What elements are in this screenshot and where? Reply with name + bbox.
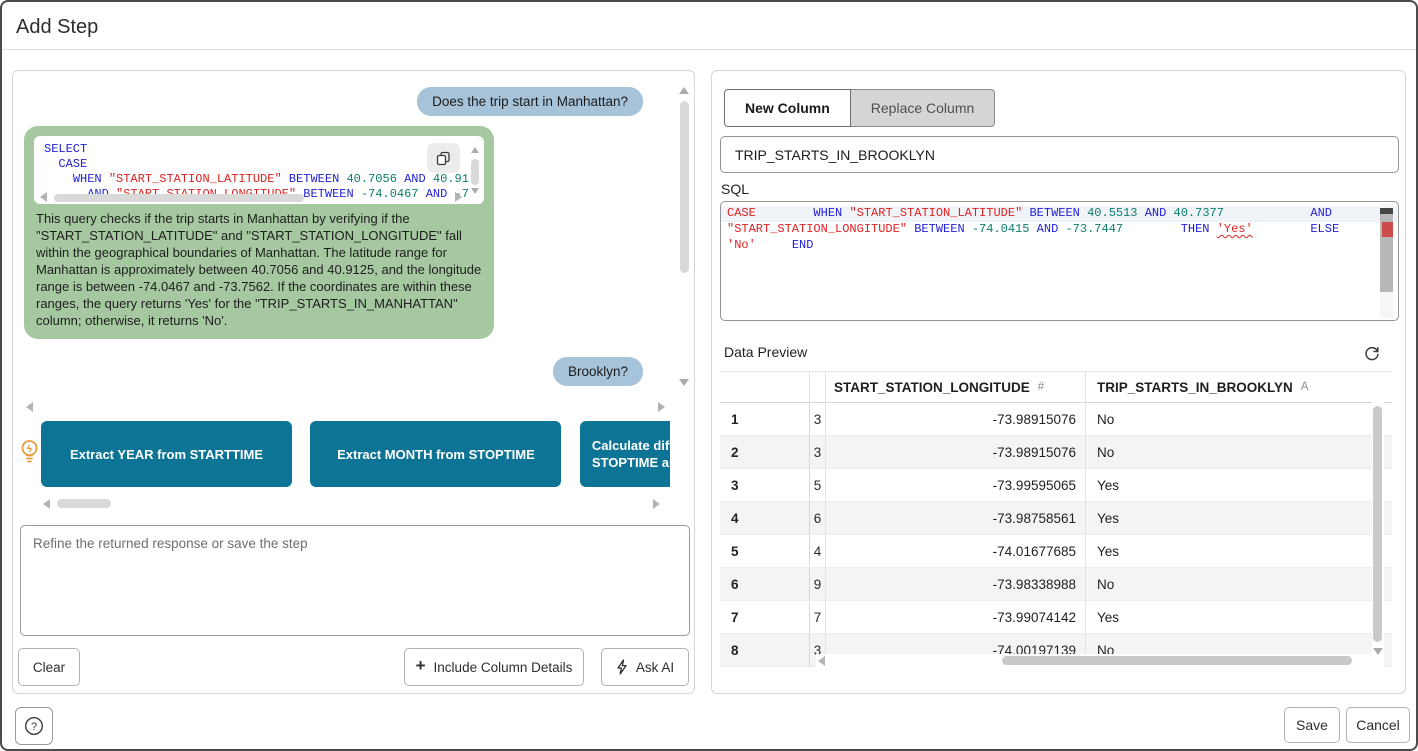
copy-code-button[interactable] [427, 143, 460, 173]
table-header-row: START_STATION_LONGITUDE # TRIP_STARTS_IN… [720, 371, 1392, 403]
code-hscroll-thumb[interactable] [54, 194, 304, 202]
cancel-button[interactable]: Cancel [1346, 707, 1410, 743]
header-rownum [720, 372, 810, 402]
lightbulb-icon [20, 439, 39, 467]
sql-snippet-box: SELECT CASE WHEN "START_STATION_LATITUDE… [34, 136, 484, 204]
header-divider [2, 49, 1416, 50]
include-column-details-button[interactable]: + Include Column Details [404, 648, 584, 686]
table-hscroll-thumb[interactable] [1002, 656, 1352, 665]
editor-scrollbar[interactable] [1380, 204, 1393, 318]
code-vscroll-thumb[interactable] [471, 159, 479, 185]
add-step-dialog: Add Step Does the trip start in Manhatta… [0, 0, 1418, 751]
suggestions-carousel: Extract YEAR from STARTTIME Extract MONT… [41, 421, 670, 487]
suggestion-extract-year-button[interactable]: Extract YEAR from STARTTIME [41, 421, 292, 487]
chat-messages: Does the trip start in Manhattan? SELECT… [13, 71, 673, 393]
refresh-icon [1363, 345, 1387, 363]
chat-scroll-down-arrow[interactable] [679, 379, 689, 386]
table-vscrollbar[interactable] [1372, 372, 1384, 668]
user-message-brooklyn: Brooklyn? [553, 357, 643, 386]
number-type-icon: # [1038, 381, 1044, 393]
chat-panel: Does the trip start in Manhattan? SELECT… [12, 70, 695, 694]
column-mode-tabs: New Column Replace Column [724, 89, 995, 127]
chat-vscroll-thumb[interactable] [680, 101, 689, 273]
chat-scroll-left-arrow[interactable] [26, 402, 33, 412]
header-start-station-longitude[interactable]: START_STATION_LONGITUDE # [826, 372, 1086, 402]
chat-scroll-up-arrow[interactable] [679, 87, 689, 94]
code-scroll-left-arrow[interactable] [40, 192, 47, 202]
copy-icon [436, 151, 451, 166]
tab-new-column[interactable]: New Column [724, 89, 851, 127]
table-row: 35-73.99595065Yes [720, 469, 1392, 502]
ai-response-bubble: SELECT CASE WHEN "START_STATION_LATITUDE… [24, 126, 494, 339]
code-scroll-right-arrow[interactable] [455, 192, 462, 202]
table-row: 46-73.98758561Yes [720, 502, 1392, 535]
data-preview-label: Data Preview [724, 344, 807, 360]
tab-replace-column[interactable]: Replace Column [851, 89, 996, 127]
column-panel: New Column Replace Column SQL CASE WHEN … [711, 70, 1406, 694]
plus-icon: + [416, 656, 426, 676]
header-trip-starts-in-brooklyn[interactable]: TRIP_STARTS_IN_BROOKLYN A [1086, 372, 1380, 402]
suggestions-hscroll-thumb[interactable] [57, 499, 111, 508]
table-scroll-left-arrow[interactable] [818, 656, 825, 666]
refresh-button[interactable] [1363, 343, 1387, 365]
table-row: 54-74.01677685Yes [720, 535, 1392, 568]
help-icon: ? [24, 716, 44, 736]
suggestions-scroll-left-arrow[interactable] [43, 499, 50, 509]
suggestion-extract-month-button[interactable]: Extract MONTH from STOPTIME [310, 421, 561, 487]
suggestion-calculate-difference-button[interactable]: Calculate diffeSTOPTIME and [580, 421, 670, 487]
clear-button[interactable]: Clear [18, 648, 80, 686]
table-row: 77-73.99074142Yes [720, 601, 1392, 634]
sql-editor[interactable]: CASE WHEN "START_STATION_LATITUDE" BETWE… [720, 201, 1399, 321]
lightning-icon [616, 659, 628, 675]
page-title: Add Step [16, 16, 98, 39]
table-row: 23-73.98915076No [720, 436, 1392, 469]
suggestions-scroll-right-arrow[interactable] [653, 499, 660, 509]
column-name-input[interactable] [720, 136, 1399, 173]
table-row: 13-73.98915076No [720, 403, 1392, 436]
help-button[interactable]: ? [15, 707, 53, 745]
text-type-sort-icon: A [1301, 381, 1309, 393]
sql-label: SQL [721, 181, 749, 197]
ask-ai-button[interactable]: Ask AI [601, 648, 689, 686]
refine-response-textarea[interactable] [20, 525, 690, 636]
data-preview-table: START_STATION_LONGITUDE # TRIP_STARTS_IN… [720, 371, 1392, 668]
ai-explanation-text: This query checks if the trip starts in … [24, 210, 494, 339]
code-scroll-up-arrow[interactable] [471, 147, 479, 153]
user-message-manhattan: Does the trip start in Manhattan? [417, 87, 643, 116]
table-vscroll-thumb[interactable] [1373, 406, 1382, 642]
table-row: 69-73.98338988No [720, 568, 1392, 601]
chat-scroll-right-arrow[interactable] [658, 402, 665, 412]
code-scroll-down-arrow[interactable] [471, 188, 479, 194]
header-truncated-column [810, 372, 826, 402]
table-scroll-down-arrow[interactable] [1373, 648, 1383, 655]
table-hscrollbar[interactable] [816, 654, 1382, 668]
svg-text:?: ? [31, 721, 37, 733]
editor-warning-marker [1382, 222, 1393, 237]
save-button[interactable]: Save [1284, 707, 1340, 743]
